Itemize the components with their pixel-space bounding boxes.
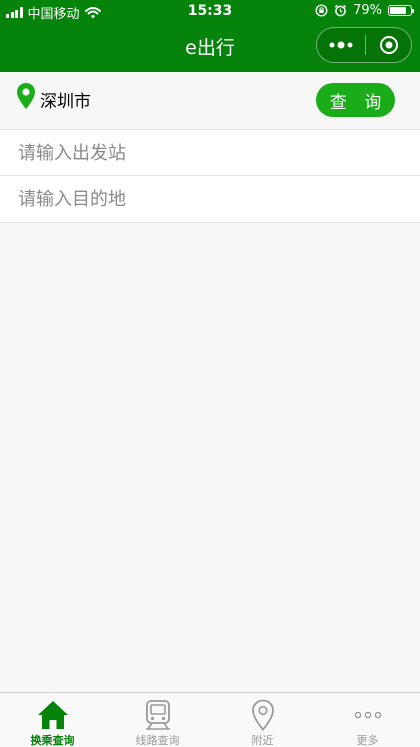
status-right: 79% [315,3,414,18]
battery-fill [390,7,406,14]
battery-percent: 79% [353,3,382,18]
destination-input[interactable] [18,176,408,222]
tab-nearby[interactable]: 附近 [210,693,315,747]
more-icon [354,711,381,718]
departure-input[interactable] [18,130,408,176]
tab-bar: 换乘查询 线路查询 附近 更多 [0,692,420,747]
status-bar: 中国移动 15:33 79% [0,0,420,22]
train-icon [145,699,170,730]
city-selector[interactable]: 深圳市 [40,87,91,112]
more-dots-icon [329,41,353,49]
rotation-lock-icon [315,4,328,17]
mini-program-capsule [316,27,412,63]
capsule-more-button[interactable] [317,28,365,62]
home-icon [37,700,68,729]
departure-row [0,129,420,176]
tab-label: 换乘查询 [30,734,75,747]
alarm-icon [334,4,347,17]
tab-label: 更多 [356,734,379,747]
location-icon [251,699,274,731]
tab-label: 附近 [251,734,274,747]
capsule-close-button[interactable] [366,28,411,62]
location-pin-icon [17,83,35,109]
target-icon [379,36,398,54]
header: 中国移动 15:33 79% e出行 [0,0,420,72]
tab-label: 线路查询 [135,734,180,747]
tab-route-query[interactable]: 线路查询 [105,693,210,747]
tab-transfer-query[interactable]: 换乘查询 [0,693,105,747]
destination-row [0,176,420,223]
tab-more[interactable]: 更多 [315,693,420,747]
query-button[interactable]: 查 询 [316,83,395,117]
location-bar: 深圳市 查 询 [0,72,420,128]
battery-icon [388,5,414,16]
